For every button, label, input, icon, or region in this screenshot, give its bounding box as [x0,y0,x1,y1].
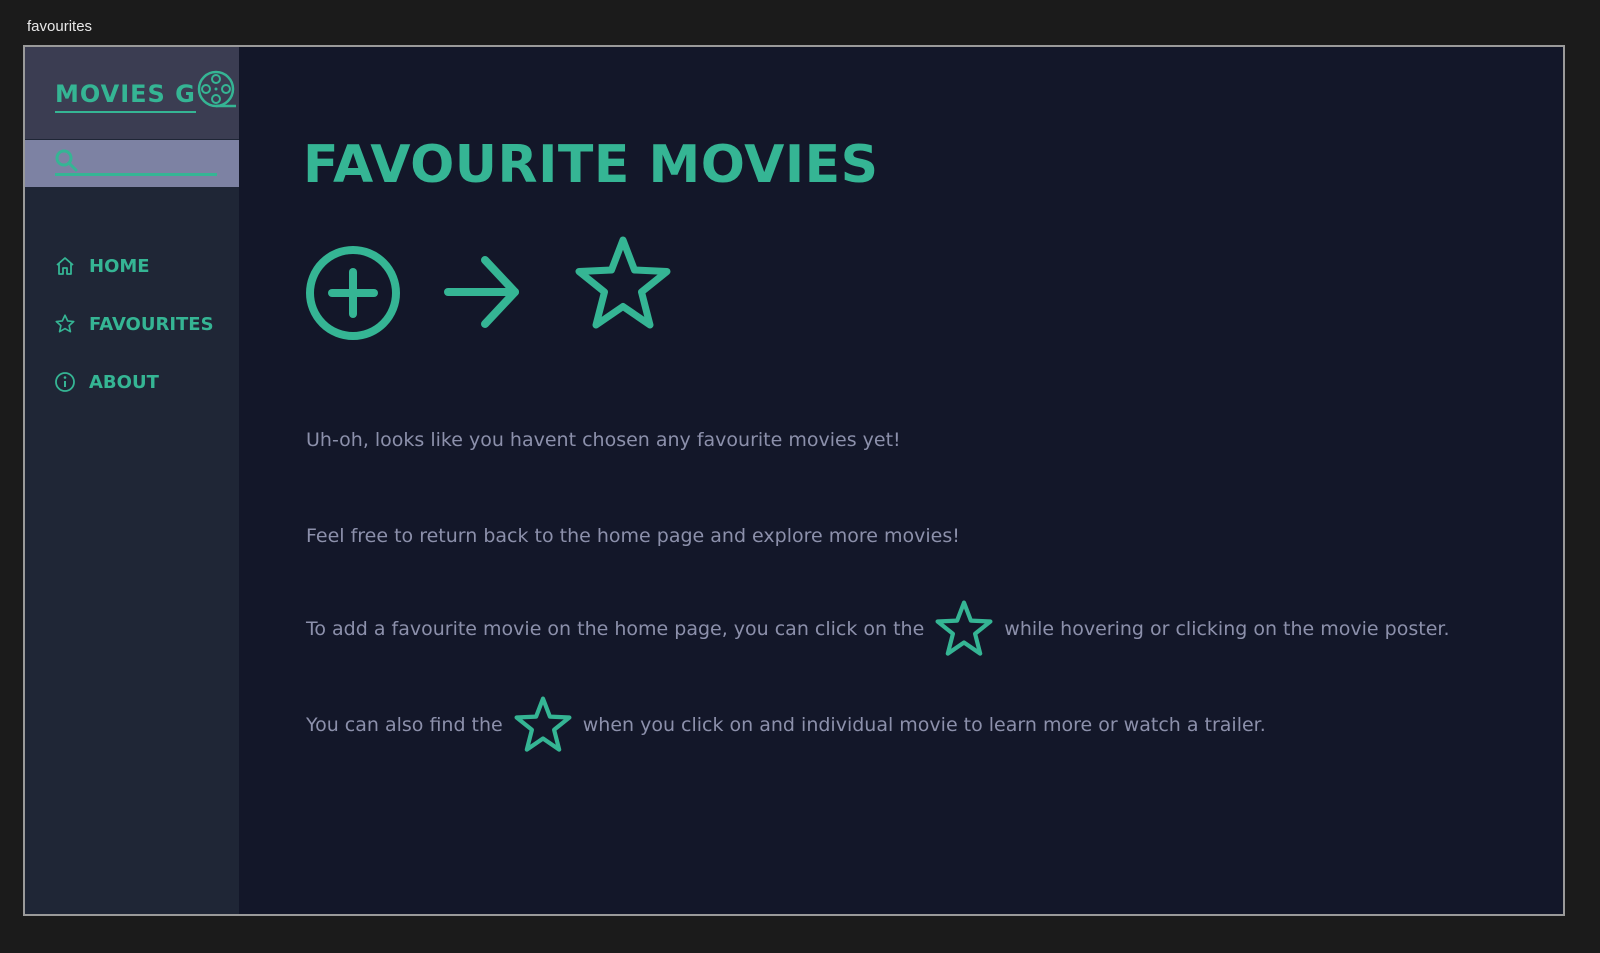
app-window: MOVIES G HOME FAVOURITES ABOUT FAVOURITE… [23,45,1565,916]
instruction-text: To add a favourite movie on the home pag… [306,618,925,640]
film-reel-icon [196,69,236,115]
sidebar-item-label: FAVOURITES [89,313,214,335]
empty-message: Uh-oh, looks like you havent chosen any … [306,429,901,451]
star-icon [513,695,573,755]
sidebar-item-about[interactable]: ABOUT [25,353,239,411]
explore-message: Feel free to return back to the home pag… [306,525,960,547]
instruction-text: while hovering or clicking on the movie … [1004,618,1450,640]
home-icon [54,255,76,277]
plus-circle-icon [303,242,403,346]
sidebar-item-home[interactable]: HOME [25,237,239,295]
brand-logo[interactable]: MOVIES G [55,70,236,115]
star-icon [934,599,994,659]
arrow-right-icon [443,252,523,336]
sidebar-item-label: HOME [89,255,150,277]
add-favourite-instruction: To add a favourite movie on the home pag… [306,597,1450,661]
star-icon [573,234,673,338]
instruction-text: You can also find the [306,714,503,736]
sidebar: MOVIES G HOME FAVOURITES ABOUT [25,47,239,914]
window-title: favourites [27,18,93,35]
logo-text: MOVIES G [55,75,196,113]
page-title: FAVOURITE MOVIES [303,135,879,195]
instruction-text: when you click on and individual movie t… [582,714,1266,736]
info-icon [54,371,76,393]
star-icon [54,313,76,335]
favourite-instructions-illustration [303,236,703,352]
sidebar-item-favourites[interactable]: FAVOURITES [25,295,239,353]
search-input[interactable] [55,173,217,176]
main-content: FAVOURITE MOVIES Uh-oh, looks like you h… [239,47,1563,914]
sidebar-nav: HOME FAVOURITES ABOUT [25,237,239,411]
logo-area: MOVIES G [25,47,239,139]
sidebar-item-label: ABOUT [89,371,159,393]
find-favourite-instruction: You can also find the when you click on … [306,693,1266,757]
search-box[interactable] [25,140,239,187]
